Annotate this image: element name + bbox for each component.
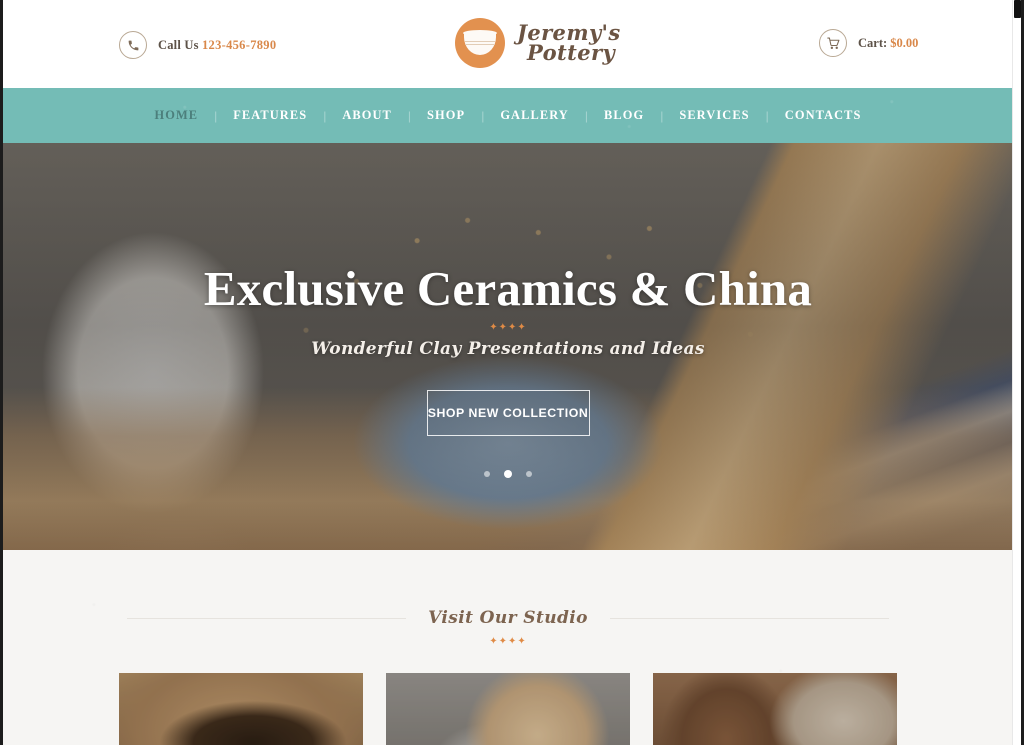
studio-card-shop[interactable]: Shop [119,673,363,745]
visit-our-studio-section: Visit Our Studio ✦✦✦✦ Shop Classes [3,550,1013,745]
site-header: Call Us 123-456-7890 Jeremy's Pottery Ca… [3,0,1013,88]
logo-line-2: Pottery [527,40,616,65]
section-ornament: ✦✦✦✦ [489,636,527,647]
shopping-cart-icon [819,29,847,57]
logo-wordmark: Jeremy's Pottery [517,22,621,65]
nav-item-contacts[interactable]: CONTACTS [769,108,878,123]
card-overlay [386,673,630,745]
slider-dots [484,469,532,478]
nav-list: HOME | FEATURES | ABOUT | SHOP | GALLERY… [138,108,877,123]
nav-item-blog[interactable]: BLOG [588,108,660,123]
main-navigation: HOME | FEATURES | ABOUT | SHOP | GALLERY… [3,88,1013,143]
nav-item-home[interactable]: HOME [138,108,214,123]
hero-content: Exclusive Ceramics & China ✦✦✦✦ Wonderfu… [3,143,1013,550]
shop-new-collection-button[interactable]: SHOP NEW COLLECTION [426,389,590,436]
scrollbar-thumb[interactable] [1014,0,1021,18]
hero-subtitle: Wonderful Clay Presentations and Ideas [311,338,705,359]
nav-item-features[interactable]: FEATURES [217,108,323,123]
studio-cards: Shop Classes Blog [3,673,1013,745]
call-us-block[interactable]: Call Us 123-456-7890 [119,31,276,59]
vertical-scrollbar[interactable] [1012,0,1021,745]
cart-amount: $0.00 [890,35,919,50]
card-overlay [653,673,897,745]
cart-label: Cart: [858,35,888,50]
phone-icon [119,31,147,59]
slider-dot-1[interactable] [484,470,490,477]
nav-item-about[interactable]: ABOUT [326,108,408,123]
call-us-text: Call Us 123-456-7890 [158,38,276,53]
slider-dot-3[interactable] [526,470,532,477]
section-title: Visit Our Studio [428,608,588,628]
website-root: Call Us 123-456-7890 Jeremy's Pottery Ca… [3,0,1013,745]
studio-card-blog[interactable]: Blog [653,673,897,745]
heading-rule-right [609,617,889,619]
site-logo[interactable]: Jeremy's Pottery [455,18,621,68]
bowl-icon [455,18,505,68]
phone-number[interactable]: 123-456-7890 [202,38,276,52]
hero-title: Exclusive Ceramics & China [203,261,813,316]
slider-dot-2[interactable] [504,469,512,478]
heading-rule-left [127,617,407,619]
browser-page: Call Us 123-456-7890 Jeremy's Pottery Ca… [0,0,1024,745]
call-us-label: Call Us [158,37,199,52]
window-left-edge [0,0,3,745]
hero-slider: Exclusive Ceramics & China ✦✦✦✦ Wonderfu… [3,143,1013,550]
cart-block[interactable]: Cart: $0.00 [819,29,918,57]
card-overlay [119,673,363,745]
section-heading: Visit Our Studio [3,550,1013,628]
hero-ornament: ✦✦✦✦ [489,321,527,333]
nav-item-shop[interactable]: SHOP [411,108,481,123]
studio-card-classes[interactable]: Classes [386,673,630,745]
nav-item-gallery[interactable]: GALLERY [484,108,585,123]
cart-text: Cart: $0.00 [858,36,918,51]
nav-item-services[interactable]: SERVICES [663,108,765,123]
